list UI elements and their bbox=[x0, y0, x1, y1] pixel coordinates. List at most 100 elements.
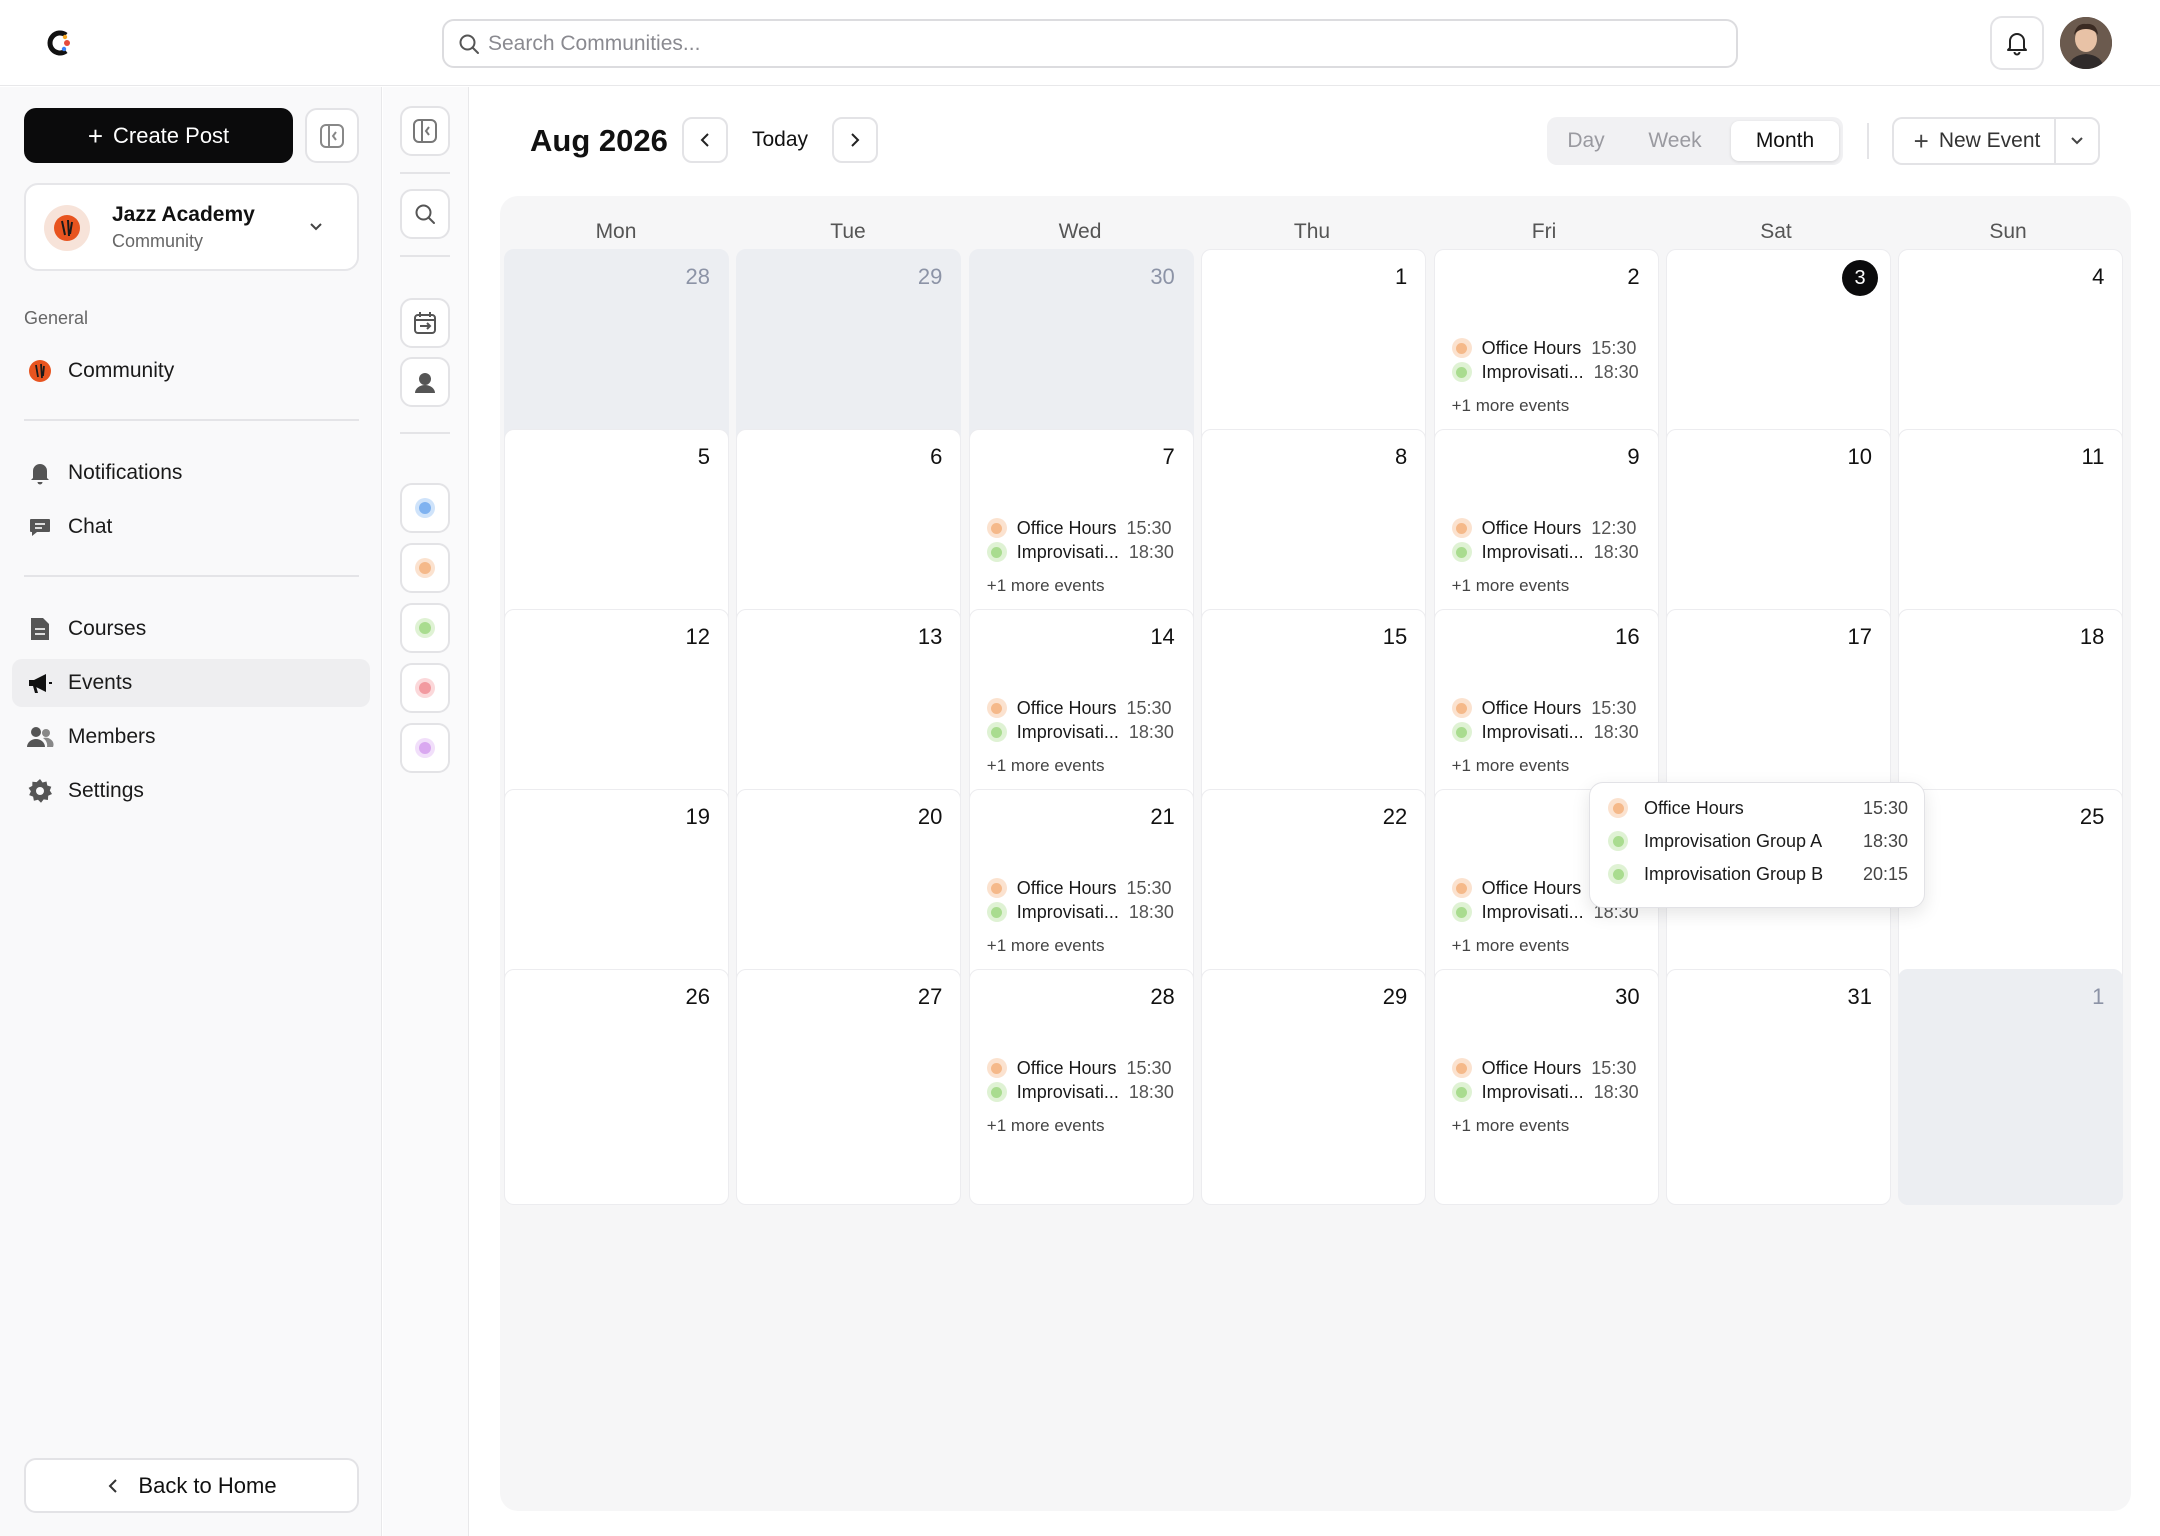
sidebar-toggle-icon bbox=[413, 119, 437, 143]
event-item[interactable]: Improvisati... 18:30 bbox=[1451, 539, 1652, 565]
more-events-link[interactable]: +1 more events bbox=[987, 576, 1105, 596]
event-dot-icon bbox=[1451, 1082, 1472, 1102]
view-day-tab[interactable]: Day bbox=[1551, 121, 1621, 161]
sidebar-item-label: Courses bbox=[68, 617, 147, 640]
sidebar-item-events[interactable]: Events bbox=[12, 659, 370, 707]
toolbar-divider bbox=[1867, 123, 1869, 159]
filter-blue-button[interactable] bbox=[400, 483, 450, 533]
filter-orange-button[interactable] bbox=[400, 543, 450, 593]
view-switcher: Day Week Month bbox=[1547, 117, 1843, 165]
more-events-link[interactable]: +1 more events bbox=[1452, 1116, 1570, 1136]
day-cell[interactable]: 30 Office Hours 15:30 Improvisati... 18:30 +1… bbox=[1433, 969, 1659, 1205]
rail-divider bbox=[400, 255, 450, 257]
event-item[interactable]: Office Hours 15:30 bbox=[1451, 695, 1652, 721]
more-events-link[interactable]: +1 more events bbox=[1452, 396, 1570, 416]
day-number: 31 bbox=[1847, 984, 1872, 1009]
user-avatar[interactable] bbox=[2060, 17, 2112, 69]
event-item[interactable]: Office Hours 15:30 bbox=[1451, 1055, 1652, 1081]
more-events-link[interactable]: +1 more events bbox=[987, 936, 1105, 956]
event-item[interactable]: Improvisati... 18:30 bbox=[986, 719, 1187, 745]
rail-search-button[interactable] bbox=[400, 189, 450, 239]
host-filter-button[interactable] bbox=[400, 357, 450, 407]
event-item[interactable]: Improvisati... 18:30 bbox=[986, 899, 1187, 925]
view-month-tab[interactable]: Month bbox=[1731, 121, 1839, 161]
sidebar-item-courses[interactable]: Courses bbox=[12, 605, 370, 653]
event-item[interactable]: Office Hours 15:30 bbox=[986, 515, 1187, 541]
filter-dot-icon bbox=[415, 558, 435, 578]
event-item[interactable]: Improvisati... 18:30 bbox=[1451, 719, 1652, 745]
sidebar-divider bbox=[24, 575, 359, 577]
sidebar-item-label: Events bbox=[68, 671, 133, 694]
back-to-home-button[interactable]: Back to Home bbox=[24, 1458, 359, 1513]
plus-icon: + bbox=[87, 120, 103, 151]
filter-purple-button[interactable] bbox=[400, 723, 450, 773]
day-number: 10 bbox=[1847, 444, 1872, 469]
weekday-header: Fri bbox=[1531, 220, 1557, 243]
popover-event-time: 20:15 bbox=[1862, 863, 1908, 884]
popover-event-name: Improvisation Group A bbox=[1644, 830, 1823, 851]
event-time: 18:30 bbox=[1593, 1081, 1639, 1102]
event-item[interactable]: Improvisati... 18:30 bbox=[1451, 359, 1652, 385]
event-dot-icon bbox=[1451, 1058, 1472, 1078]
notifications-button[interactable] bbox=[1990, 16, 2044, 70]
collapse-sidebar-button[interactable] bbox=[305, 108, 359, 163]
back-home-label: Back to Home bbox=[138, 1472, 277, 1498]
weekday-header: Sat bbox=[1760, 220, 1792, 243]
event-item[interactable]: Office Hours 15:30 bbox=[1451, 335, 1652, 361]
day-cell[interactable]: 26 bbox=[504, 969, 729, 1205]
event-dot-icon bbox=[986, 722, 1007, 742]
day-number: 28 bbox=[1150, 984, 1175, 1009]
event-item[interactable]: Office Hours 15:30 bbox=[986, 875, 1187, 901]
today-button[interactable]: Today bbox=[752, 128, 808, 152]
popover-event-time: 15:30 bbox=[1862, 797, 1908, 818]
filter-green-button[interactable] bbox=[400, 603, 450, 653]
view-week-tab[interactable]: Week bbox=[1627, 121, 1723, 161]
day-cell[interactable]: 28 Office Hours 15:30 Improvisati... 18:30 +1… bbox=[968, 969, 1194, 1205]
day-cell[interactable]: 27 bbox=[736, 969, 962, 1205]
popover-event[interactable]: Office Hours 15:30 bbox=[1608, 795, 1908, 821]
create-post-button[interactable]: + Create Post bbox=[24, 108, 293, 163]
search-bar[interactable] bbox=[442, 19, 1738, 68]
next-month-button[interactable] bbox=[832, 117, 878, 163]
create-post-label: Create Post bbox=[113, 122, 230, 148]
event-name: Improvisati... bbox=[1481, 541, 1584, 562]
more-events-link[interactable]: +1 more events bbox=[987, 756, 1105, 776]
calendar-export-button[interactable] bbox=[400, 298, 450, 348]
sidebar-item-community[interactable]: Community bbox=[12, 347, 370, 395]
previous-month-button[interactable] bbox=[682, 117, 728, 163]
event-item[interactable]: Improvisati... 18:30 bbox=[986, 539, 1187, 565]
day-cell[interactable]: 29 bbox=[1201, 969, 1427, 1205]
community-avatar-icon bbox=[26, 357, 54, 385]
filter-red-button[interactable] bbox=[400, 663, 450, 713]
event-item[interactable]: Office Hours 12:30 bbox=[1451, 515, 1652, 541]
event-dot-icon bbox=[986, 902, 1007, 922]
sidebar-item-members[interactable]: Members bbox=[12, 713, 370, 761]
new-event-dropdown-button[interactable] bbox=[2054, 117, 2100, 165]
more-events-link[interactable]: +1 more events bbox=[1452, 576, 1570, 596]
search-input[interactable] bbox=[488, 27, 1688, 60]
community-switcher[interactable]: Jazz Academy Community bbox=[24, 183, 359, 271]
event-name: Office Hours bbox=[1481, 517, 1582, 538]
more-events-link[interactable]: +1 more events bbox=[1452, 756, 1570, 776]
event-item[interactable]: Office Hours 15:30 bbox=[986, 1055, 1187, 1081]
event-dot-icon bbox=[1608, 864, 1628, 884]
rail-divider bbox=[400, 432, 450, 434]
event-item[interactable]: Improvisati... 18:30 bbox=[1451, 1079, 1652, 1105]
sidebar-item-chat[interactable]: Chat bbox=[12, 503, 370, 551]
sidebar-item-settings[interactable]: Settings bbox=[12, 767, 370, 815]
gear-icon bbox=[26, 777, 54, 805]
more-events-link[interactable]: +1 more events bbox=[987, 1116, 1105, 1136]
day-cell[interactable]: 31 bbox=[1666, 969, 1891, 1205]
weekday-header: Mon bbox=[595, 220, 637, 243]
popover-event[interactable]: Improvisation Group B 20:15 bbox=[1608, 861, 1908, 887]
event-item[interactable]: Improvisati... 18:30 bbox=[986, 1079, 1187, 1105]
more-events-link[interactable]: +1 more events bbox=[1452, 936, 1570, 956]
toggle-panel-button[interactable] bbox=[400, 106, 450, 156]
popover-event[interactable]: Improvisation Group A 18:30 bbox=[1608, 828, 1908, 854]
event-item[interactable]: Office Hours 15:30 bbox=[986, 695, 1187, 721]
calendar-main: Aug 2026 Today Day Week Month + New Even… bbox=[470, 87, 2160, 1536]
new-event-button[interactable]: + New Event bbox=[1892, 117, 2060, 165]
sidebar-item-notifications[interactable]: Notifications bbox=[12, 449, 370, 497]
logo-icon[interactable] bbox=[44, 28, 74, 58]
day-cell[interactable]: 1 bbox=[1898, 969, 2124, 1205]
